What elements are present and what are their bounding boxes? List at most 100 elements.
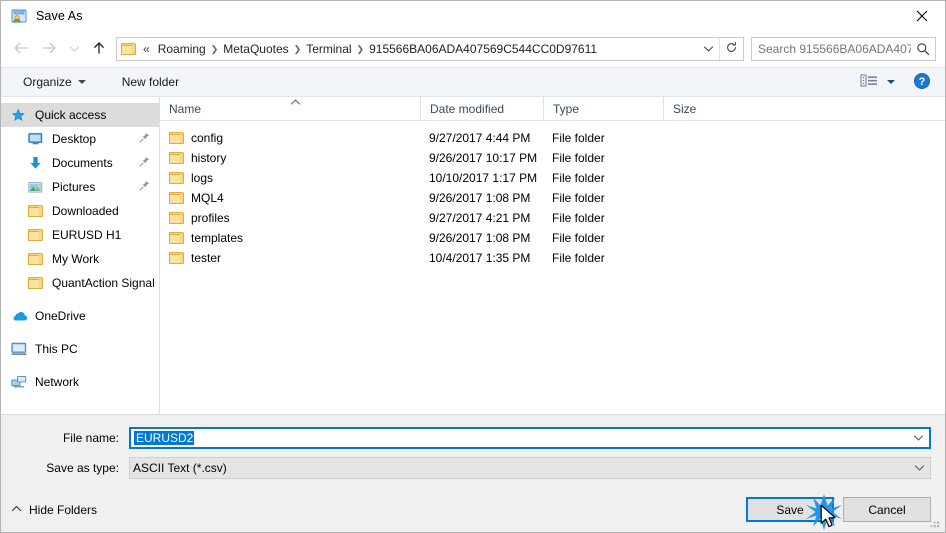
breadcrumb-item-terminal-id[interactable]: 915566BA06ADA407569C544CC0D97611 (365, 38, 601, 60)
column-header-label: Date modified (430, 101, 505, 116)
chevron-down-icon (914, 461, 925, 475)
sidebar-item-documents[interactable]: Documents (1, 151, 159, 175)
file-name-text: EURUSD2 (134, 431, 195, 445)
save-as-icon (10, 7, 28, 25)
sidebar-item-label: Pictures (52, 180, 96, 194)
chevron-up-icon (11, 505, 22, 515)
table-row[interactable]: templates 9/26/2017 1:08 PM File folder (160, 228, 945, 248)
resize-grip[interactable] (929, 517, 941, 529)
file-name-value: EURUSD2 (131, 431, 907, 445)
sidebar-item-desktop[interactable]: Desktop (1, 127, 159, 151)
breadcrumb-item-metaquotes[interactable]: MetaQuotes (219, 38, 292, 60)
file-date-cell: 10/10/2017 1:17 PM (429, 171, 538, 185)
file-name-label: File name: (62, 431, 119, 445)
pin-icon[interactable] (139, 156, 150, 170)
file-type-cell: File folder (552, 171, 605, 185)
file-name-input[interactable]: EURUSD2 (129, 427, 931, 449)
sidebar-item-onedrive[interactable]: OneDrive (1, 304, 159, 328)
file-date-cell: 9/26/2017 1:08 PM (429, 231, 531, 245)
file-type-cell: File folder (552, 151, 605, 165)
folder-icon (169, 172, 184, 184)
chevron-down-icon (69, 42, 80, 56)
address-bar[interactable]: « Roaming ❯ MetaQuotes ❯ Terminal ❯ 9155… (116, 37, 744, 61)
sidebar-item-label: Downloaded (52, 204, 119, 218)
sidebar-item-downloaded[interactable]: Downloaded (1, 199, 159, 223)
refresh-icon (725, 41, 738, 57)
sort-ascending-icon (290, 98, 301, 106)
sidebar-item-pictures[interactable]: Pictures (1, 175, 159, 199)
help-icon: ? (913, 72, 931, 93)
file-name-cell: history (160, 151, 420, 165)
file-name-dropdown-button[interactable] (907, 429, 929, 447)
back-button[interactable] (7, 35, 35, 63)
sidebar-item-quick-access[interactable]: Quick access (1, 103, 159, 127)
pin-icon[interactable] (139, 180, 150, 194)
save-button[interactable]: Save (746, 494, 842, 530)
table-row[interactable]: config 9/27/2017 4:44 PM File folder (160, 128, 945, 148)
search-box[interactable] (751, 37, 936, 61)
column-header-label: Type (553, 101, 580, 116)
cancel-button-label: Cancel (868, 502, 906, 517)
column-header-type[interactable]: Type (543, 97, 663, 120)
organize-label: Organize (23, 75, 72, 89)
breadcrumb-separator-icon: ❯ (356, 44, 365, 54)
documents-icon (28, 155, 48, 171)
sidebar-item-network[interactable]: Network (1, 370, 159, 394)
sidebar-item-this-pc[interactable]: This PC (1, 337, 159, 361)
column-header-label: Name (169, 101, 202, 116)
sidebar-item-label: Documents (52, 156, 113, 170)
up-button[interactable] (85, 35, 113, 63)
folder-icon (169, 132, 184, 144)
sidebar-item-label: Desktop (52, 132, 97, 146)
mouse-cursor-icon (820, 504, 838, 530)
pictures-icon (28, 179, 48, 195)
table-row[interactable]: history 9/26/2017 10:17 PM File folder (160, 148, 945, 168)
sidebar-item-my-work[interactable]: My Work (1, 247, 159, 271)
search-icon[interactable] (911, 42, 935, 56)
new-folder-button[interactable]: New folder (114, 70, 187, 94)
breadcrumb-item-terminal[interactable]: Terminal (302, 38, 355, 60)
table-row[interactable]: logs 10/10/2017 1:17 PM File folder (160, 168, 945, 188)
column-header-name[interactable]: Name (160, 97, 420, 120)
onedrive-icon (11, 308, 31, 324)
folder-icon (169, 152, 184, 164)
save-form: File name: EURUSD2 Save as type: ASCII T… (1, 414, 945, 487)
save-as-type-value: ASCII Text (*.csv) (133, 461, 227, 475)
table-row[interactable]: profiles 9/27/2017 4:21 PM File folder (160, 208, 945, 228)
save-as-type-select[interactable]: ASCII Text (*.csv) (129, 457, 931, 479)
breadcrumb-item[interactable]: « (141, 38, 154, 60)
file-type-cell: File folder (552, 231, 605, 245)
table-row[interactable]: tester 10/4/2017 1:35 PM File folder (160, 248, 945, 268)
column-header-date-modified[interactable]: Date modified (420, 97, 543, 120)
address-dropdown-button[interactable] (697, 38, 719, 60)
close-icon (916, 10, 928, 22)
sidebar-item-quantaction-signal[interactable]: QuantAction Signal (1, 271, 159, 295)
sidebar-item-label: This PC (35, 342, 78, 356)
refresh-button[interactable] (719, 38, 743, 60)
table-row[interactable]: MQL4 9/26/2017 1:08 PM File folder (160, 188, 945, 208)
hide-folders-button[interactable]: Hide Folders (11, 503, 97, 517)
organize-button[interactable]: Organize (15, 70, 94, 94)
sidebar-item-label: QuantAction Signal (52, 276, 155, 290)
cancel-button[interactable]: Cancel (843, 497, 931, 522)
file-name-label: templates (191, 231, 244, 245)
file-name-label: MQL4 (191, 191, 224, 205)
save-as-type-dropdown-button[interactable] (908, 458, 930, 478)
forward-button[interactable] (35, 35, 63, 63)
file-name-cell: MQL4 (160, 191, 420, 205)
file-list: config 9/27/2017 4:44 PM File folder his… (160, 121, 945, 414)
folder-icon (28, 227, 48, 243)
thispc-icon (11, 341, 31, 357)
breadcrumb-item-roaming[interactable]: Roaming (154, 38, 210, 60)
back-arrow-icon (12, 41, 30, 58)
column-header-size[interactable]: Size (663, 97, 742, 120)
pin-icon[interactable] (139, 132, 150, 146)
address-folder-icon (117, 38, 139, 60)
help-button[interactable]: ? (909, 69, 935, 95)
sidebar-item-eurusd-h1[interactable]: EURUSD H1 (1, 223, 159, 247)
recent-locations-button[interactable] (63, 35, 85, 63)
file-type-cell: File folder (552, 131, 605, 145)
close-button[interactable] (899, 1, 945, 31)
change-view-button[interactable] (856, 70, 899, 94)
search-input[interactable] (752, 42, 911, 56)
